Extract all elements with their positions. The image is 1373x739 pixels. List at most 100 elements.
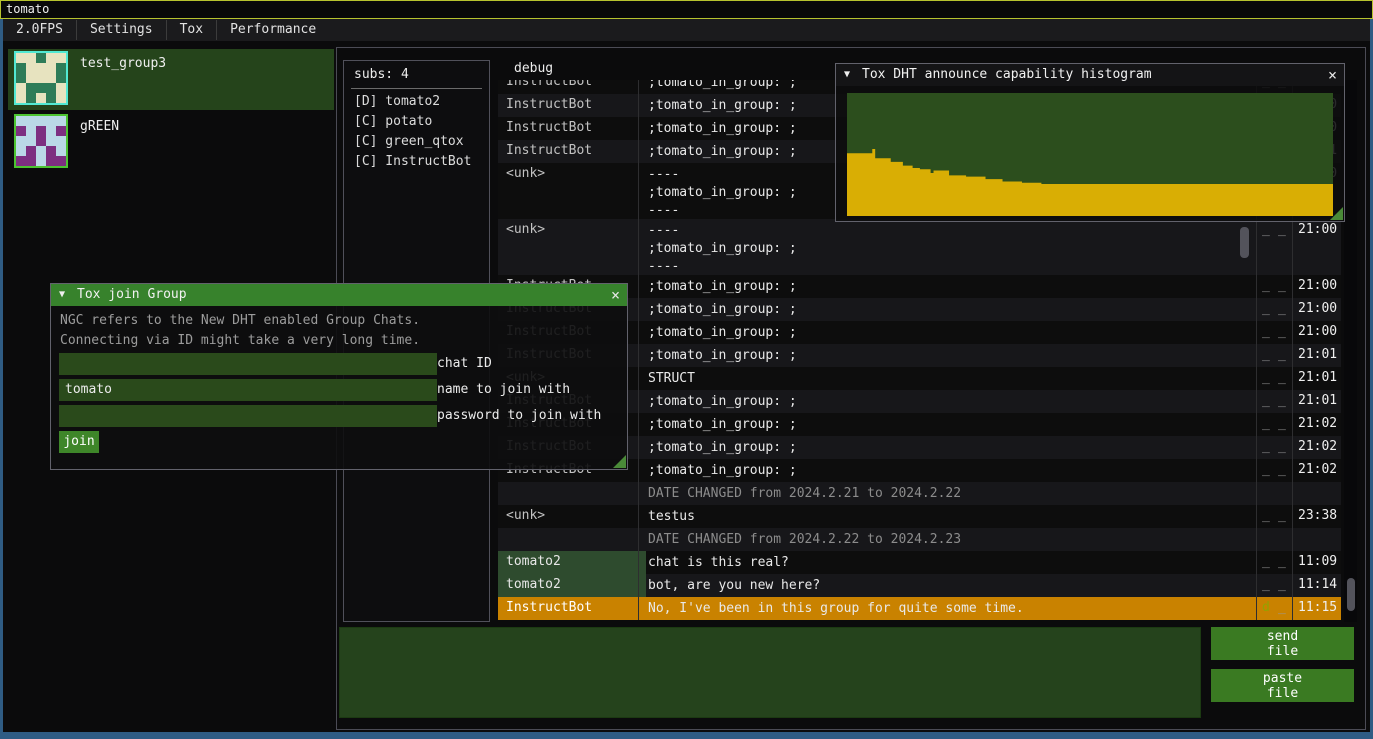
avatar-pixel: [56, 73, 66, 83]
resize-grip-icon[interactable]: [613, 455, 626, 468]
avatar-pixel: [56, 116, 66, 126]
member-item-potato[interactable]: [C] potato: [354, 114, 432, 129]
group-row-test_group3[interactable]: test_group3: [8, 49, 334, 110]
app-title: tomato: [6, 2, 49, 16]
sender-cell: <unk>: [506, 166, 636, 183]
menu-bar: 2.0FPSSettingsToxPerformance: [3, 19, 1370, 41]
send-file-button[interactable]: send file: [1211, 627, 1354, 660]
column-separator: [638, 80, 639, 620]
sender-cell: InstructBot: [506, 143, 636, 160]
tab-debug[interactable]: debug: [514, 61, 553, 76]
menu-item-settings[interactable]: Settings: [77, 19, 166, 41]
message-cell: ;tomato_in_group: ;: [648, 439, 1248, 457]
histogram-window[interactable]: ▼ Tox DHT announce capability histogram …: [835, 63, 1345, 222]
join-window-title: Tox join Group: [77, 284, 187, 306]
message-cell: ;tomato_in_group: ;: [648, 347, 1248, 365]
group-row-gREEN[interactable]: gREEN: [8, 112, 334, 173]
avatar-pixel: [36, 73, 46, 83]
time-cell: 21:02: [1298, 439, 1337, 454]
paste-file-button[interactable]: paste file: [1211, 669, 1354, 702]
status-indicator-2: _: [1278, 222, 1286, 237]
avatar-pixel: [26, 93, 36, 103]
collapse-icon[interactable]: ▼: [59, 284, 65, 306]
name-input[interactable]: tomato: [59, 379, 437, 401]
avatar-pixel: [56, 126, 66, 136]
status-indicator-1: _: [1262, 347, 1270, 362]
message-column-scrollbar-thumb[interactable]: [1240, 227, 1249, 258]
member-item-InstructBot[interactable]: [C] InstructBot: [354, 154, 471, 169]
sender-cell: <unk>: [506, 508, 636, 525]
status-indicator-1: _: [1262, 370, 1270, 385]
status-indicator-1: _: [1262, 462, 1270, 477]
avatar-pixel: [16, 116, 26, 126]
subs-count: subs: 4: [354, 67, 409, 82]
avatar-pixel: [16, 156, 26, 166]
avatar-pixel: [46, 63, 56, 73]
group-name: gREEN: [80, 119, 119, 134]
member-item-green_qtox[interactable]: [C] green_qtox: [354, 134, 464, 149]
avatar-pixel: [46, 93, 56, 103]
message-cell: testus: [648, 508, 1248, 526]
window-frame-left: [0, 19, 3, 733]
status-indicator-1: _: [1262, 301, 1270, 316]
join-window-titlebar[interactable]: ▼ Tox join Group ×: [51, 284, 627, 306]
time-cell: 11:14: [1298, 577, 1337, 592]
message-row: <unk>---- ;tomato_in_group: ; ----__21:0…: [498, 219, 1341, 275]
join-group-window[interactable]: ▼ Tox join Group × NGC refers to the New…: [50, 283, 628, 470]
date-changed-text: DATE CHANGED from 2024.2.21 to 2024.2.22: [648, 485, 1248, 503]
avatar-pixel: [26, 156, 36, 166]
status-indicator-2: _: [1278, 600, 1286, 615]
status-indicator-2: _: [1278, 439, 1286, 454]
avatar-pixel: [26, 83, 36, 93]
avatar-pixel: [36, 126, 46, 136]
chat-id-input[interactable]: [59, 353, 437, 375]
resize-grip-icon[interactable]: [1330, 207, 1343, 220]
sender-cell: <unk>: [506, 222, 636, 239]
close-icon[interactable]: ×: [611, 284, 620, 306]
join-description-line1: NGC refers to the New DHT enabled Group …: [60, 313, 420, 328]
histogram-window-titlebar[interactable]: ▼ Tox DHT announce capability histogram …: [836, 64, 1344, 86]
menu-item-2-0fps[interactable]: 2.0FPS: [3, 19, 76, 41]
histogram-window-title: Tox DHT announce capability histogram: [862, 64, 1152, 86]
sender-cell: InstructBot: [506, 120, 636, 137]
chat-scrollbar-thumb[interactable]: [1347, 578, 1355, 611]
name-label: name to join with: [437, 379, 570, 401]
close-icon[interactable]: ×: [1328, 64, 1337, 86]
status-indicator-2: _: [1278, 370, 1286, 385]
time-cell: 21:01: [1298, 393, 1337, 408]
join-button[interactable]: join: [59, 431, 99, 453]
histogram-plot: [847, 93, 1333, 216]
status-indicator-2: _: [1278, 508, 1286, 523]
sender-cell: InstructBot: [506, 97, 636, 114]
group-avatar: [14, 51, 68, 105]
status-indicator-1: _: [1262, 508, 1270, 523]
avatar-pixel: [26, 126, 36, 136]
avatar-pixel: [46, 126, 56, 136]
menu-item-performance[interactable]: Performance: [217, 19, 329, 41]
member-item-tomato2[interactable]: [D] tomato2: [354, 94, 440, 109]
collapse-icon[interactable]: ▼: [844, 64, 850, 86]
avatar-pixel: [16, 146, 26, 156]
group-name: test_group3: [80, 56, 166, 71]
composer-input[interactable]: [339, 627, 1201, 718]
time-cell: 21:01: [1298, 347, 1337, 362]
avatar-pixel: [16, 63, 26, 73]
password-input[interactable]: [59, 405, 437, 427]
status-indicator-2: _: [1278, 324, 1286, 339]
chat-scrollbar-track[interactable]: [1344, 80, 1357, 622]
message-cell: ;tomato_in_group: ;: [648, 278, 1248, 296]
status-indicator-2: _: [1278, 393, 1286, 408]
time-cell: 21:00: [1298, 278, 1337, 293]
chat-id-label: chat ID: [437, 353, 492, 375]
avatar-pixel: [36, 146, 46, 156]
menu-item-tox[interactable]: Tox: [167, 19, 216, 41]
avatar-pixel: [26, 116, 36, 126]
status-indicator-1: _: [1262, 577, 1270, 592]
message-cell: STRUCT: [648, 370, 1248, 388]
avatar-pixel: [56, 63, 66, 73]
avatar-pixel: [36, 156, 46, 166]
avatar-pixel: [36, 93, 46, 103]
avatar-pixel: [56, 93, 66, 103]
avatar-pixel: [46, 156, 56, 166]
message-cell: bot, are you new here?: [648, 577, 1248, 595]
